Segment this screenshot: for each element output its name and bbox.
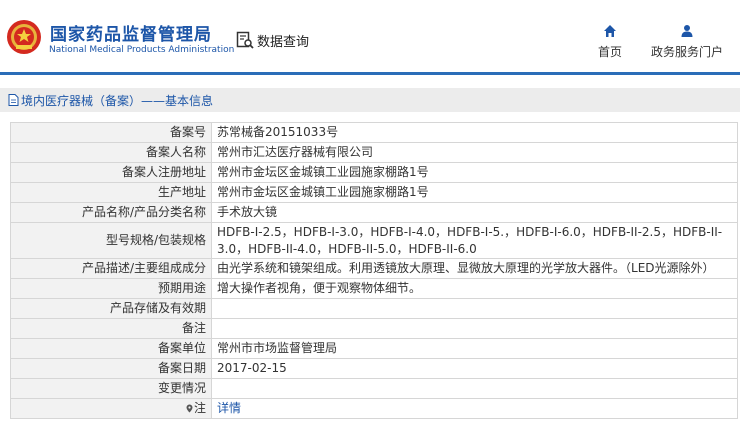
table-row: 预期用途 增大操作者视角，便于观察物体细节。 xyxy=(10,278,738,299)
nav-service-portal-label: 政务服务门户 xyxy=(651,45,724,59)
section-header: 境内医疗器械（备案）——基本信息 xyxy=(0,88,740,112)
field-label: 型号规格/包装规格 xyxy=(10,222,212,259)
table-row: 注 详情 xyxy=(10,398,738,419)
field-value: 由光学系统和镜架组成。利用透镜放大原理、显微放大原理的光学放大器件。（LED光源… xyxy=(211,258,738,279)
table-row: 产品名称/产品分类名称 手术放大镜 xyxy=(10,202,738,223)
field-value: 2017-02-15 xyxy=(211,358,738,379)
home-icon xyxy=(604,25,616,37)
field-value xyxy=(211,318,738,339)
brand-title-cn: 国家药品监督管理局 xyxy=(50,25,212,45)
field-label: 备案号 xyxy=(10,122,212,143)
field-label: 备注 xyxy=(10,318,212,339)
field-label: 产品描述/主要组成成分 xyxy=(10,258,212,279)
national-emblem-icon xyxy=(7,20,41,54)
nav-home-label: 首页 xyxy=(598,45,623,59)
field-label: 生产地址 xyxy=(10,182,212,203)
table-row: 产品存储及有效期 xyxy=(10,298,738,319)
table-row: 型号规格/包装规格 HDFB-I-2.5，HDFB-I-3.0，HDFB-I-4… xyxy=(10,222,738,259)
table-row: 产品描述/主要组成成分 由光学系统和镜架组成。利用透镜放大原理、显微放大原理的光… xyxy=(10,258,738,279)
field-label: 备案人注册地址 xyxy=(10,162,212,183)
field-label: 备案人名称 xyxy=(10,142,212,163)
field-label: 备案日期 xyxy=(10,358,212,379)
location-pin-icon xyxy=(186,404,193,413)
table-row: 备案人名称 常州市汇达医疗器械有限公司 xyxy=(10,142,738,163)
field-label: 产品名称/产品分类名称 xyxy=(10,202,212,223)
field-value: 常州市汇达医疗器械有限公司 xyxy=(211,142,738,163)
table-row: 备案人注册地址 常州市金坛区金城镇工业园施家棚路1号 xyxy=(10,162,738,183)
table-row: 变更情况 xyxy=(10,378,738,399)
field-label: 变更情况 xyxy=(10,378,212,399)
table-row: 备案单位 常州市市场监督管理局 xyxy=(10,338,738,359)
site-header: 国家药品监督管理局 National Medical Products Admi… xyxy=(0,0,740,74)
field-value: HDFB-I-2.5，HDFB-I-3.0，HDFB-I-4.0，HDFB-I-… xyxy=(211,222,738,259)
field-label: 预期用途 xyxy=(10,278,212,299)
table-row: 生产地址 常州市金坛区金城镇工业园施家棚路1号 xyxy=(10,182,738,203)
field-label: 产品存储及有效期 xyxy=(10,298,212,319)
table-row: 备注 xyxy=(10,318,738,339)
details-link[interactable]: 详情 xyxy=(217,401,241,415)
table-row: 备案日期 2017-02-15 xyxy=(10,358,738,379)
field-value xyxy=(211,378,738,399)
field-value: 增大操作者视角，便于观察物体细节。 xyxy=(211,278,738,299)
document-icon xyxy=(8,94,19,106)
data-query-label: 数据查询 xyxy=(257,34,310,50)
field-value: 手术放大镜 xyxy=(211,202,738,223)
header-divider xyxy=(0,72,740,75)
record-info-table: 备案号 苏常械备20151033号 备案人名称 常州市汇达医疗器械有限公司 备案… xyxy=(10,122,738,419)
field-value: 常州市金坛区金城镇工业园施家棚路1号 xyxy=(211,182,738,203)
document-search-icon xyxy=(236,31,254,49)
nav-service-portal[interactable]: 政务服务门户 xyxy=(651,24,723,60)
note-label: 注 xyxy=(193,401,206,415)
field-value: 常州市市场监督管理局 xyxy=(211,338,738,359)
field-value xyxy=(211,298,738,319)
note-value-cell: 详情 xyxy=(211,398,738,419)
table-row: 备案号 苏常械备20151033号 xyxy=(10,122,738,143)
field-label: 备案单位 xyxy=(10,338,212,359)
user-icon xyxy=(681,25,693,37)
field-value: 苏常械备20151033号 xyxy=(211,122,738,143)
section-title: 境内医疗器械（备案）——基本信息 xyxy=(21,93,214,108)
data-query-link[interactable]: 数据查询 xyxy=(236,30,309,50)
nav-home[interactable]: 首页 xyxy=(598,24,622,60)
brand-title-en: National Medical Products Administration xyxy=(49,45,235,55)
note-label-cell: 注 xyxy=(10,398,212,419)
field-value: 常州市金坛区金城镇工业园施家棚路1号 xyxy=(211,162,738,183)
